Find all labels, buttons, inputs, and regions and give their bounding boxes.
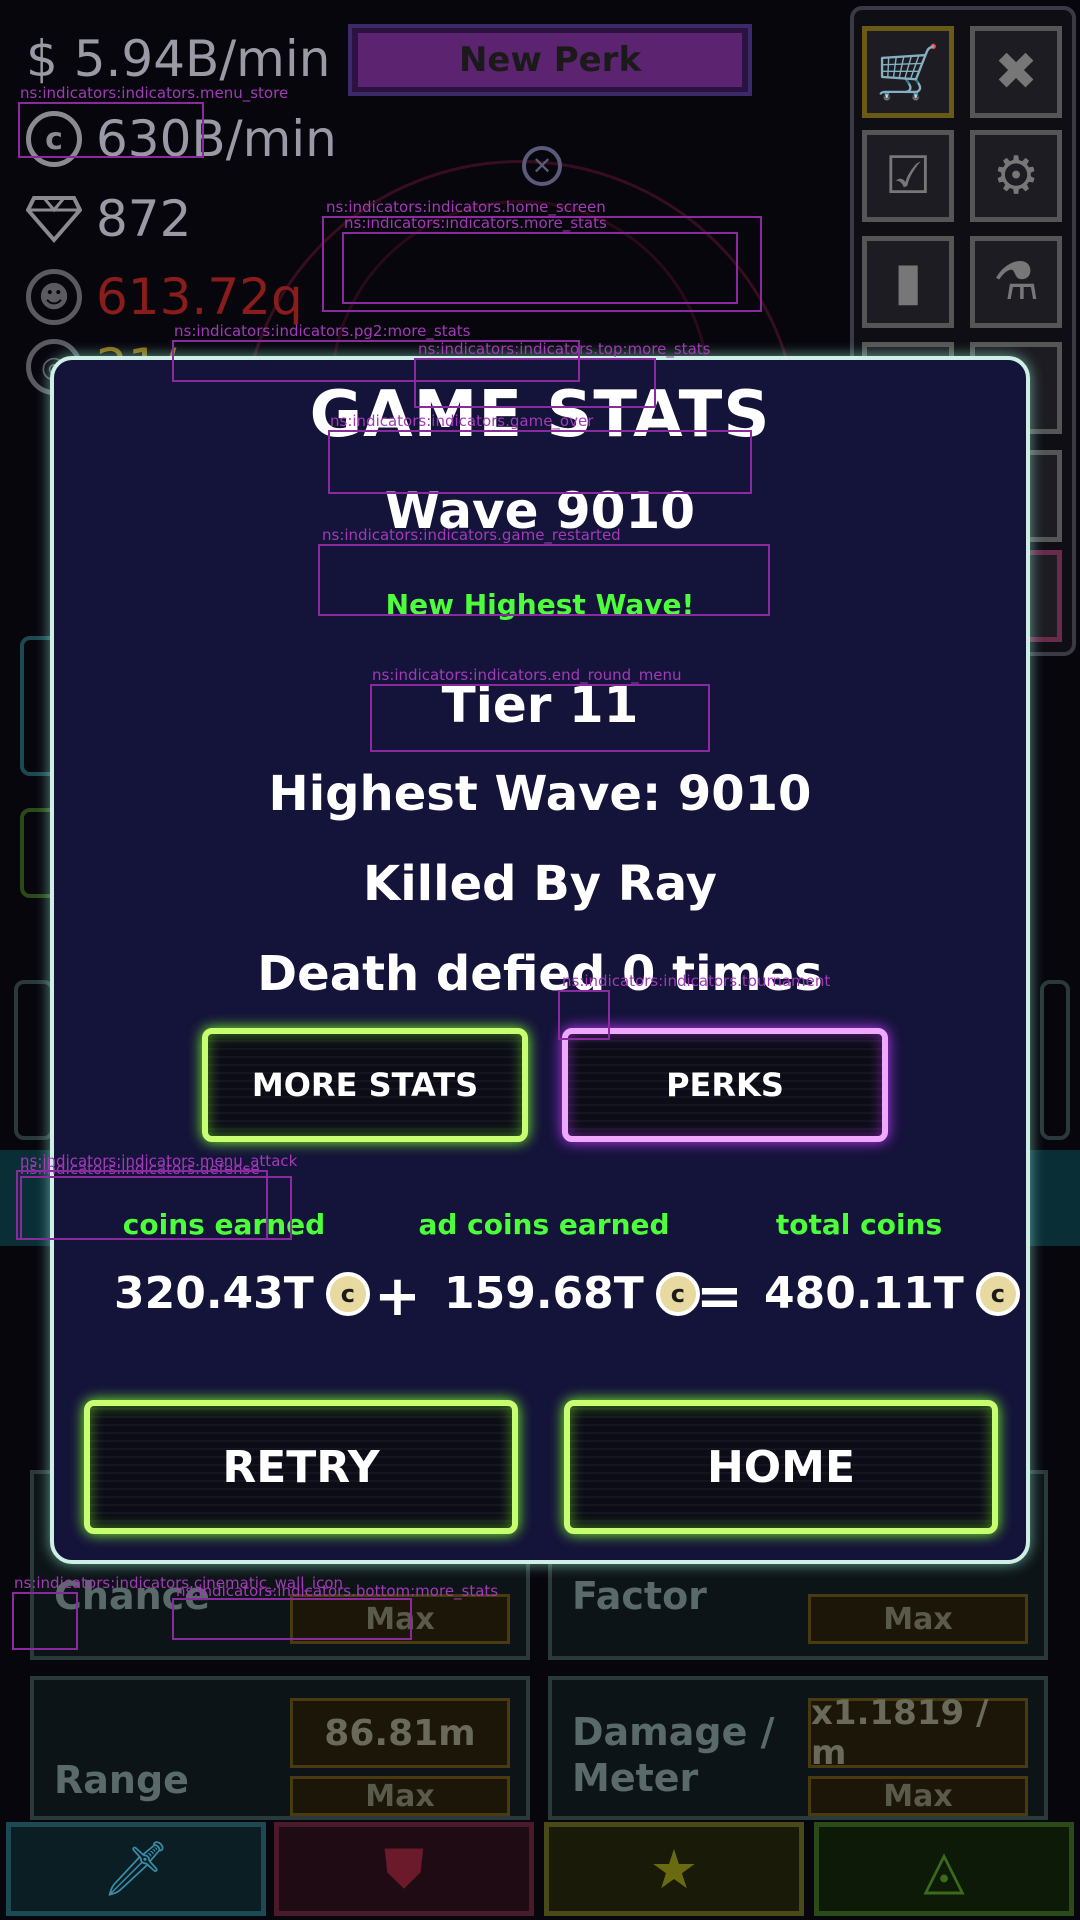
utility-tab-star-icon[interactable]: ★ bbox=[544, 1822, 804, 1916]
left-side-bar bbox=[14, 980, 54, 1140]
indicator-label-pg2-more-stats: ns:indicators:indicators.pg2:more_stats bbox=[174, 322, 471, 340]
indicator-box-end-round-menu bbox=[370, 684, 710, 752]
total-coins-label: total coins bbox=[775, 1208, 943, 1241]
indicator-label-tournament: ns:indicators:indicators.tournament bbox=[562, 972, 831, 990]
flask-icon[interactable]: ⚗ bbox=[970, 236, 1062, 328]
indicator-box-tournament bbox=[558, 990, 610, 1040]
equals-sign: = bbox=[696, 1264, 743, 1329]
ultimate-tab-triangle-eye-icon[interactable]: ◬ bbox=[814, 1822, 1074, 1916]
indicator-box-menu-store bbox=[18, 102, 204, 158]
new-perk-button[interactable]: New Perk bbox=[348, 24, 752, 96]
plus-sign: + bbox=[374, 1264, 421, 1329]
gem-icon bbox=[25, 194, 83, 244]
card-icon[interactable]: ▮ bbox=[862, 236, 954, 328]
ad-coins-value: 159.68T c bbox=[444, 1268, 700, 1319]
range-max: Max bbox=[290, 1776, 510, 1816]
cash-rate: $ 5.94B/min bbox=[26, 30, 331, 88]
indicator-box-game-restarted bbox=[318, 544, 770, 616]
close-x-icon[interactable]: ✖ bbox=[970, 26, 1062, 118]
killed-by: Killed By Ray bbox=[363, 856, 717, 912]
damage-meter-value: x1.1819 / m bbox=[808, 1693, 1028, 1773]
shop-cart-icon[interactable]: 🛒 bbox=[862, 26, 954, 118]
damage-meter-label-2: Meter bbox=[572, 1756, 699, 1800]
damage-meter-max: Max bbox=[808, 1776, 1028, 1816]
tower-icon: ✕ bbox=[522, 146, 562, 186]
indicator-box-bottom-more-stats bbox=[172, 1598, 412, 1640]
gem-count: 872 bbox=[25, 190, 191, 248]
retry-button[interactable]: RETRY bbox=[84, 1400, 518, 1534]
range-value: 86.81m bbox=[290, 1698, 510, 1768]
upgrade-card-range[interactable]: Range 86.81m Max bbox=[30, 1676, 530, 1820]
damage-meter-label-1: Damage / bbox=[572, 1710, 775, 1754]
coin-icon: c bbox=[975, 1271, 1020, 1316]
indicator-box-top-more-stats bbox=[414, 358, 656, 408]
indicator-box-defense bbox=[20, 1176, 292, 1240]
death-defied: Death defied 0 times bbox=[257, 946, 823, 1002]
indicator-box-game-over bbox=[328, 430, 752, 494]
gear-icon[interactable]: ⚙ bbox=[970, 130, 1062, 222]
perks-button[interactable]: PERKS bbox=[562, 1028, 888, 1142]
more-stats-button[interactable]: MORE STATS bbox=[202, 1028, 528, 1142]
range-label: Range bbox=[54, 1758, 189, 1802]
ad-coins-earned-label: ad coins earned bbox=[418, 1208, 670, 1241]
defense-tab-shield-icon[interactable]: ⛊ bbox=[274, 1822, 534, 1916]
indicator-label-game-restarted: ns:indicators:indicators.game_restarted bbox=[322, 526, 621, 544]
indicator-label-menu-store: ns:indicators:indicators.menu_store bbox=[20, 84, 289, 102]
upgrade-card-damage-meter[interactable]: Damage / Meter x1.1819 / m Max bbox=[548, 1676, 1048, 1820]
total-coins-value: 480.11T c bbox=[764, 1268, 1020, 1319]
indicator-label-top-more-stats: ns:indicators:indicators.top:more_stats bbox=[418, 340, 711, 358]
checklist-icon[interactable]: ☑ bbox=[862, 130, 954, 222]
coin-icon: c bbox=[655, 1271, 700, 1316]
indicator-box-more-stats bbox=[342, 232, 738, 304]
indicator-label-end-round-menu: ns:indicators:indicators.end_round_menu bbox=[372, 666, 682, 684]
power-stone-icon: ☻ bbox=[26, 269, 82, 325]
indicator-box-cinematic-wall-icon bbox=[12, 1592, 78, 1650]
home-button[interactable]: HOME bbox=[564, 1400, 998, 1534]
coins-earned-value: 320.43T c bbox=[114, 1268, 370, 1319]
power-stones: ☻ 613.72q bbox=[26, 268, 303, 326]
coin-icon: c bbox=[325, 1271, 370, 1316]
right-side-bar bbox=[1040, 980, 1070, 1140]
coins-summary-row: 320.43T c + 159.68T c = 480.11T c bbox=[54, 1264, 1026, 1338]
attack-tab-sword-icon[interactable]: 🗡 bbox=[6, 1822, 266, 1916]
indicator-label-game-over: ns:indicators:indicators.game_over bbox=[330, 412, 594, 430]
highest-wave: Highest Wave: 9010 bbox=[268, 766, 812, 822]
factor-label: Factor bbox=[572, 1574, 707, 1618]
factor-max: Max bbox=[808, 1594, 1028, 1644]
